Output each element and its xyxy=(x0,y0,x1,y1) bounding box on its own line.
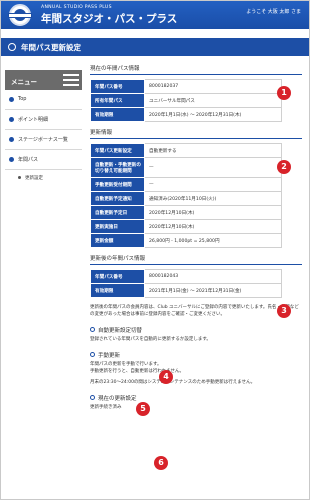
table-row: 年間パス番号 8000182037 xyxy=(90,79,282,94)
row-value: 26,800円 - 1,000pt = 25,800円 xyxy=(144,233,282,248)
row-key: 更新金額 xyxy=(90,233,145,248)
row-value: 2020年1月1日(水) 〜 2020年12月31日(木) xyxy=(144,107,282,122)
manual-renewal-text-3: 月末の23:30〜24:00の間はシステムメンテナンスのため手動更新は行えません… xyxy=(90,380,256,385)
sidebar-item-label: Top xyxy=(18,96,27,102)
sidebar-subitem-label: 更新設定 xyxy=(25,176,43,181)
table-row: 年間パス番号 8000182043 xyxy=(90,269,282,284)
bullet-icon xyxy=(9,137,14,142)
row-value: 8000182037 xyxy=(144,79,282,94)
auto-switch-heading: 自動更新設定切替 xyxy=(98,328,143,334)
row-key: 所有年間パス xyxy=(90,93,145,108)
hamburger-icon[interactable] xyxy=(63,74,79,86)
brand-title[interactable]: 年間スタジオ・パス・プラス xyxy=(41,11,177,26)
table-row: 更新金額 26,800円 - 1,000pt = 25,800円 xyxy=(90,233,282,248)
sidebar-item-points[interactable]: ポイント明細 xyxy=(5,110,82,130)
row-key: 年間パス番号 xyxy=(90,79,145,94)
table-row: 有効期限 2021年1月1日(金) 〜 2021年12月31日(金) xyxy=(90,283,282,298)
sidebar-menu-header[interactable]: メニュー xyxy=(5,70,82,90)
manual-renewal-link[interactable]: 手動更新 xyxy=(90,349,302,361)
current-pass-table: 年間パス番号 8000182037 所有年間パス ユニバーサル年間パス 有効期限 20… xyxy=(90,79,282,122)
row-key: 年間パス更新設定 xyxy=(90,143,145,158)
row-value: 2020年12月10日(木) xyxy=(144,205,282,220)
after-pass-table: 年間パス番号 8000182043 有効期限 2021年1月1日(金) 〜 2021… xyxy=(90,269,282,298)
annotation-badge-2: 2 xyxy=(277,160,291,174)
bullet-icon xyxy=(9,117,14,122)
row-key: 自動更新・手動更新の切り替え可能期間 xyxy=(90,157,145,178)
row-key: 年間パス番号 xyxy=(90,269,145,284)
circle-bullet-icon xyxy=(90,327,95,332)
sidebar-item-label: ステージボーナス一覧 xyxy=(18,137,68,143)
table-row: 手動更新受付期間 — xyxy=(90,177,282,192)
sidebar-item-stage-bonus[interactable]: ステージボーナス一覧 xyxy=(5,130,82,150)
row-key: 有効期限 xyxy=(90,283,145,298)
row-value: — xyxy=(144,177,282,192)
sidebar-item-annual-pass[interactable]: 年間パス xyxy=(5,150,82,170)
annotation-badge-5: 5 xyxy=(136,402,150,416)
sidebar-nav: Top ポイント明細 ステージボーナス一覧 年間パス 更新設定 xyxy=(5,90,82,186)
table-row: 所有年間パス ユニバーサル年間パス xyxy=(90,93,282,108)
row-key: 手動更新受付期間 xyxy=(90,177,145,192)
row-value: ユニバーサル年間パス xyxy=(144,93,282,108)
renewal-info-table: 年間パス更新設定 自動更新する 自動更新・手動更新の切り替え可能期間 — 手動更新受… xyxy=(90,143,282,248)
small-bullet-icon xyxy=(18,176,21,179)
page-title-bar: 年間パス更新設定 xyxy=(1,38,309,56)
auto-switch-text: 登録されている年間パスを自動的に更新するか設定します。 xyxy=(90,337,211,342)
row-key: 自動更新予定通知 xyxy=(90,191,145,206)
manual-renewal-heading: 手動更新 xyxy=(98,353,121,359)
row-value: — xyxy=(144,157,282,178)
auto-switch-link[interactable]: 自動更新設定切替 xyxy=(90,324,302,336)
row-value: 通知済み(2020年11月10日(火)) xyxy=(144,191,282,206)
circle-bullet-icon xyxy=(90,352,95,357)
user-greeting: ようこそ 大阪 太郎 さま xyxy=(246,9,301,15)
manual-renewal-text-2: 手動更新を行うと、自動更新は行われません。 xyxy=(90,369,184,374)
site-header: ANNUAL STUDIO PASS PLUS 年間スタジオ・パス・プラス よう… xyxy=(1,1,309,29)
brand-subtitle: ANNUAL STUDIO PASS PLUS xyxy=(41,5,112,10)
title-bullet-icon xyxy=(8,43,16,51)
renewal-info-heading: 更新情報 xyxy=(90,128,302,139)
manual-renewal-text-1: 年間パスの更新を手動で行います。 xyxy=(90,362,162,367)
current-setting-text: 更新手続き済み xyxy=(90,405,122,410)
row-key: 有効期限 xyxy=(90,107,145,122)
after-pass-heading: 更新後の年間パス情報 xyxy=(90,254,302,265)
row-value: 2020年12月10日(木) xyxy=(144,219,282,234)
sidebar-item-top[interactable]: Top xyxy=(5,90,82,110)
row-value: 8000182043 xyxy=(144,269,282,284)
menu-label: メニュー xyxy=(11,78,37,86)
annotation-badge-4: 4 xyxy=(159,370,173,384)
sidebar-item-label: ポイント明細 xyxy=(18,117,49,123)
bullet-icon xyxy=(9,97,14,102)
table-row: 更新実施日 2020年12月10日(木) xyxy=(90,219,282,234)
annotation-badge-6: 6 xyxy=(154,456,168,470)
annotation-badge-1: 1 xyxy=(277,86,291,100)
table-row: 自動更新・手動更新の切り替え可能期間 — xyxy=(90,157,282,178)
sidebar-subitem-renewal[interactable]: 更新設定 xyxy=(5,170,82,186)
bullet-icon xyxy=(9,157,14,162)
table-row: 自動更新予定通知 通知済み(2020年11月10日(火)) xyxy=(90,191,282,206)
table-row: 有効期限 2020年1月1日(水) 〜 2020年12月31日(木) xyxy=(90,107,282,122)
annotation-badge-3: 3 xyxy=(277,304,291,318)
after-pass-note: 更新後の年間パスの会員内容は、Club ユニバーサルにご登録の内容で更新いたしま… xyxy=(90,305,299,317)
page-title: 年間パス更新設定 xyxy=(21,43,81,52)
table-row: 自動更新予定日 2020年12月10日(木) xyxy=(90,205,282,220)
circle-bullet-icon xyxy=(90,395,95,400)
row-value: 2021年1月1日(金) 〜 2021年12月31日(金) xyxy=(144,283,282,298)
current-setting-heading: 現在の更新設定 xyxy=(98,396,137,402)
row-key: 自動更新予定日 xyxy=(90,205,145,220)
row-value: 自動更新する xyxy=(144,143,282,158)
current-pass-heading: 現在の年間パス情報 xyxy=(90,64,302,75)
row-key: 更新実施日 xyxy=(90,219,145,234)
main-content: 現在の年間パス情報 年間パス番号 8000182037 所有年間パス ユニバーサル年… xyxy=(90,64,302,411)
current-setting-section: 現在の更新設定 xyxy=(90,392,302,404)
table-row: 年間パス更新設定 自動更新する xyxy=(90,143,282,158)
globe-logo-icon[interactable] xyxy=(8,4,32,26)
sidebar-item-label: 年間パス xyxy=(18,157,39,163)
